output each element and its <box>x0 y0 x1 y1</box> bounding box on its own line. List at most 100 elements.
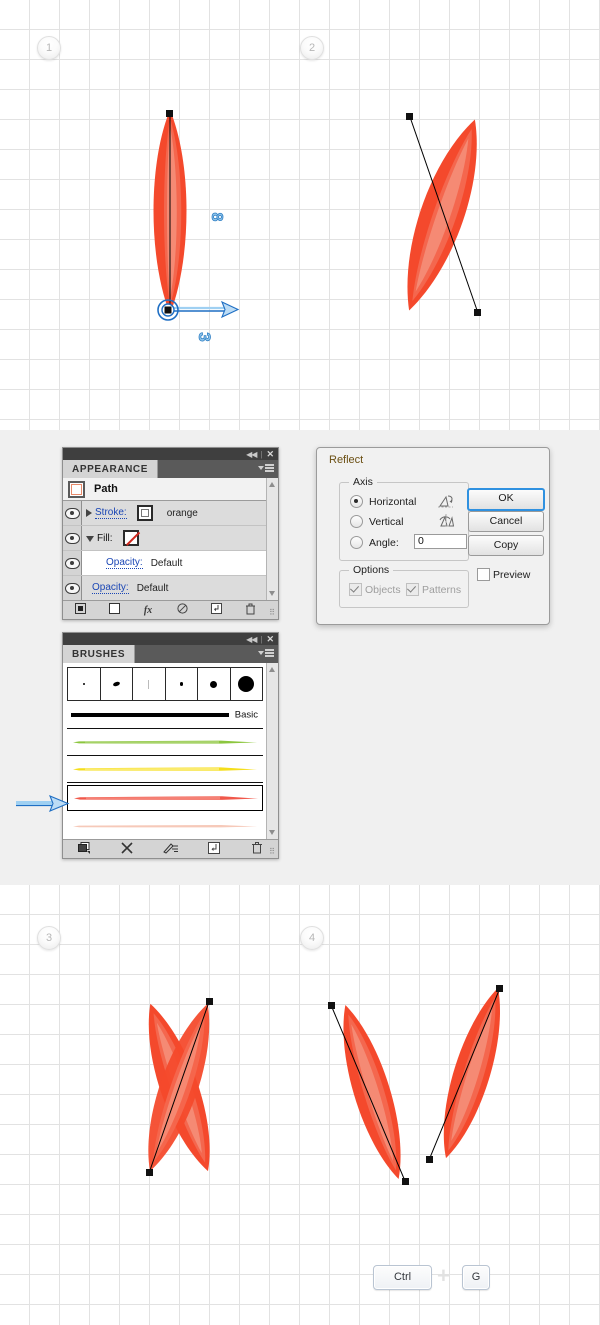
brushes-panel-footer: ⠿ <box>63 839 278 858</box>
flip-horizontal-icon <box>437 493 455 509</box>
yellow-stroke-preview <box>71 761 259 777</box>
radio-horizontal[interactable]: Horizontal <box>350 495 416 508</box>
collapse-icon[interactable]: ◀◀ <box>246 635 256 644</box>
remove-brush-stroke-icon[interactable] <box>106 842 149 857</box>
brush-stroke-pale[interactable] <box>67 813 263 839</box>
eye-icon <box>65 508 80 519</box>
preview-checkbox-input[interactable] <box>477 568 490 581</box>
brush-preset-3[interactable] <box>133 667 166 701</box>
fill-label[interactable]: Fill: <box>97 533 113 544</box>
radio-vertical[interactable]: Vertical <box>350 515 403 528</box>
scroll-down-arrow-icon[interactable] <box>269 830 275 835</box>
opacity-label-object[interactable]: Opacity: <box>92 582 129 594</box>
new-brush-icon[interactable] <box>192 842 235 857</box>
duplicate-item-icon[interactable] <box>199 603 233 617</box>
appearance-panel-body: Path Stroke: orange Fill: Opaci <box>63 478 278 600</box>
visibility-toggle-stroke[interactable] <box>63 501 82 525</box>
brush-preset-5[interactable] <box>198 667 231 701</box>
preview-checkbox[interactable]: Preview <box>477 568 530 581</box>
appearance-row-opacity-fill[interactable]: Opacity: Default <box>63 551 267 576</box>
canvas-top <box>0 0 600 430</box>
collapse-icon[interactable]: ◀◀ <box>246 450 256 459</box>
object-type-label: Path <box>94 483 118 495</box>
brush-preset-1[interactable] <box>67 667 101 701</box>
shortcut-plus-separator: + <box>437 1265 450 1287</box>
flip-vertical-icon <box>437 513 455 529</box>
radio-angle-label: Angle: <box>369 537 399 549</box>
hamburger-icon <box>265 464 274 472</box>
key-ctrl[interactable]: Ctrl <box>373 1265 432 1290</box>
visibility-toggle-opacity-fill[interactable] <box>63 551 82 575</box>
close-icon[interactable]: ✕ <box>266 635 274 644</box>
appearance-row-fill[interactable]: Fill: <box>63 526 267 551</box>
angle-input[interactable] <box>414 534 467 549</box>
brush-libraries-icon[interactable] <box>63 842 106 857</box>
brush-stroke-green[interactable] <box>67 729 263 756</box>
add-new-stroke-icon[interactable] <box>63 603 97 617</box>
clear-appearance-icon[interactable] <box>165 603 199 617</box>
copy-button[interactable]: Copy <box>468 535 544 556</box>
add-new-effect-icon[interactable]: fx <box>131 605 165 616</box>
resize-grip-icon[interactable]: ⠿ <box>269 608 275 617</box>
delete-item-icon[interactable] <box>233 603 267 618</box>
visibility-toggle-opacity-object[interactable] <box>63 576 82 600</box>
radio-angle-input[interactable] <box>350 536 363 549</box>
axis-fieldset: Axis Horizontal Vertical Angle: ° <box>339 482 469 561</box>
opacity-label-nested[interactable]: Opacity: <box>106 557 143 569</box>
brush-stroke-red-selected[interactable] <box>67 785 263 811</box>
brushes-panel-tabrow: BRUSHES <box>63 645 278 663</box>
green-stroke-preview <box>71 734 259 750</box>
drag-direction-arrow <box>152 294 244 328</box>
key-g[interactable]: G <box>462 1265 490 1290</box>
fill-none-swatch[interactable] <box>123 530 139 546</box>
basic-stroke-preview <box>71 709 241 721</box>
opacity-value-nested: Default <box>151 558 183 569</box>
brush-stroke-yellow[interactable] <box>67 756 263 783</box>
appearance-row-opacity-object[interactable]: Opacity: Default <box>63 576 267 600</box>
brush-preset-4[interactable] <box>166 667 199 701</box>
stroke-label[interactable]: Stroke: <box>95 507 127 519</box>
chevron-down-icon <box>258 466 264 470</box>
step-badge-1: 1 <box>37 36 61 60</box>
resize-grip-icon[interactable]: ⠿ <box>269 847 275 856</box>
checkbox-patterns-input <box>406 583 419 596</box>
disclosure-triangle-icon[interactable] <box>86 509 92 517</box>
anchor-point-top-1 <box>166 110 173 117</box>
scroll-up-arrow-icon[interactable] <box>269 482 275 487</box>
panel-menu-icon[interactable] <box>258 649 274 657</box>
brush-preset-6[interactable] <box>231 667 264 701</box>
add-new-fill-icon[interactable] <box>97 603 131 617</box>
checkbox-objects-input <box>349 583 362 596</box>
visibility-toggle-fill[interactable] <box>63 526 82 550</box>
eye-icon <box>65 558 80 569</box>
panel-menu-icon[interactable] <box>258 464 274 472</box>
radio-vertical-input[interactable] <box>350 515 363 528</box>
appearance-object-header: Path <box>63 478 267 501</box>
brushes-panel-titlebar: ◀◀ | ✕ <box>63 633 278 645</box>
scroll-down-arrow-icon[interactable] <box>269 591 275 596</box>
checkbox-objects: Objects <box>349 583 401 596</box>
titlebar-divider: | <box>260 450 262 459</box>
ok-button[interactable]: OK <box>467 488 545 511</box>
opacity-value-object: Default <box>137 583 169 594</box>
brushes-panel-scrollbar[interactable] <box>266 663 278 839</box>
tab-appearance[interactable]: APPEARANCE <box>63 460 158 478</box>
radio-angle[interactable]: Angle: <box>350 536 399 549</box>
brush-preset-2[interactable] <box>101 667 134 701</box>
cancel-button[interactable]: Cancel <box>468 511 544 532</box>
close-icon[interactable]: ✕ <box>266 450 274 459</box>
appearance-row-stroke[interactable]: Stroke: orange <box>63 501 267 526</box>
options-of-object-icon[interactable] <box>149 842 192 857</box>
appearance-panel-scrollbar[interactable] <box>266 478 278 600</box>
anchor-point-top-3 <box>206 998 213 1005</box>
titlebar-divider: | <box>260 635 262 644</box>
scroll-up-arrow-icon[interactable] <box>269 667 275 672</box>
step-badge-2: 2 <box>300 36 324 60</box>
disclosure-triangle-open-icon[interactable] <box>86 536 94 542</box>
radio-horizontal-input[interactable] <box>350 495 363 508</box>
appearance-panel: ◀◀ | ✕ APPEARANCE Path Stroke: orange <box>62 447 279 620</box>
brushes-panel-body: Basic <box>63 663 278 839</box>
tab-brushes[interactable]: BRUSHES <box>63 645 135 663</box>
brush-stroke-basic[interactable]: Basic <box>67 701 263 729</box>
stroke-color-swatch[interactable] <box>137 505 153 521</box>
